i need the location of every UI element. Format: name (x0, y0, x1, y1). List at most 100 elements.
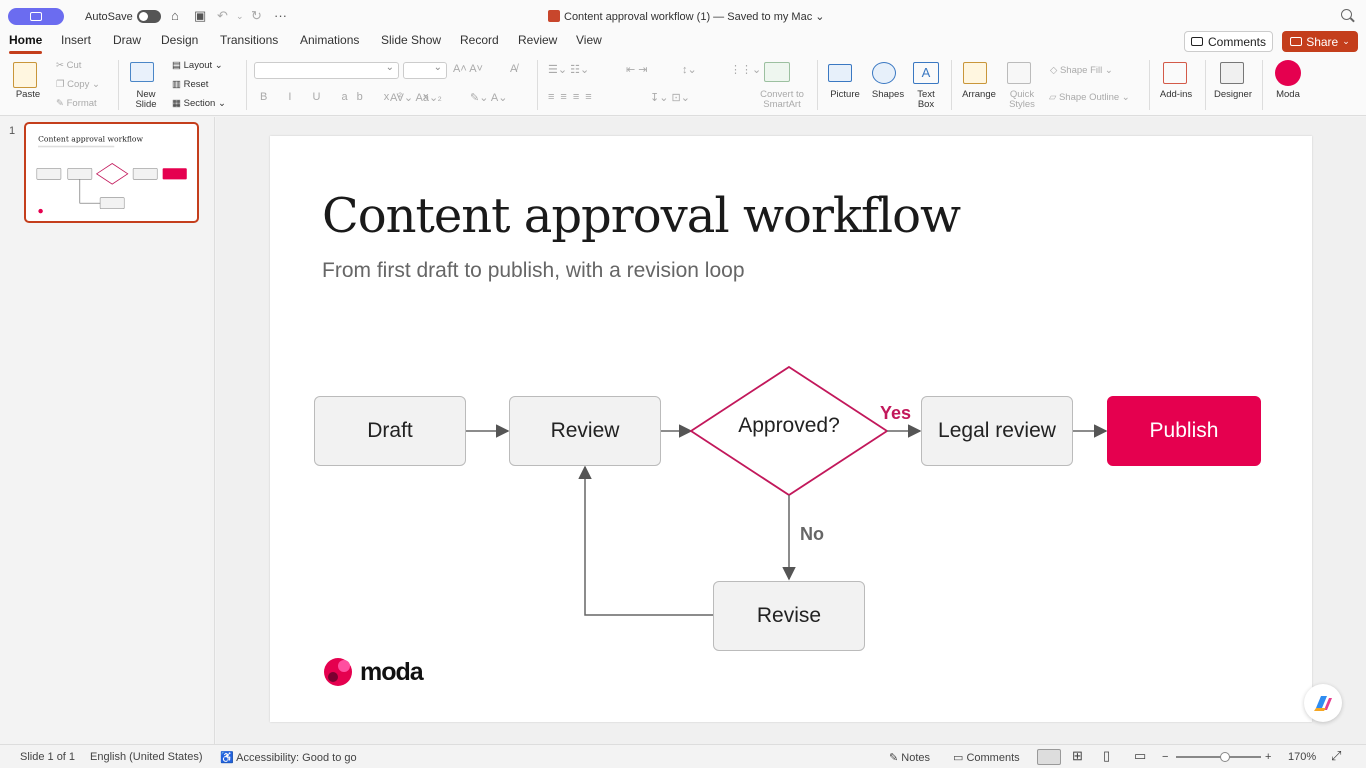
moda-button[interactable]: Moda (1268, 90, 1308, 100)
tab-design[interactable]: Design (161, 33, 198, 47)
clear-format-icon[interactable]: A̸ (510, 63, 517, 75)
layout-button[interactable]: ▤ Layout ⌄ (172, 61, 223, 71)
columns-icon[interactable]: ⋮⋮⌄ (730, 63, 761, 76)
tab-record[interactable]: Record (460, 33, 499, 47)
paste-icon[interactable] (13, 62, 37, 88)
add-ins-button[interactable]: Add-ins (1156, 90, 1196, 100)
copy-button[interactable]: ❐ Copy ⌄ (56, 79, 100, 90)
title-bar: AutoSave ⌂ ▣ ↶ ⌄ ↻ ··· Content approval … (0, 0, 1366, 32)
font-name-select[interactable] (254, 62, 399, 79)
node-publish[interactable]: Publish (1107, 396, 1261, 466)
arrange-button[interactable]: Arrange (958, 90, 1000, 100)
zoom-slider[interactable] (1176, 756, 1261, 758)
tab-slide-show[interactable]: Slide Show (381, 33, 441, 47)
status-bar: Slide 1 of 1 English (United States) ♿ A… (0, 744, 1366, 768)
moda-addin-icon[interactable] (1275, 60, 1301, 86)
font-size-select[interactable] (403, 62, 447, 79)
moda-logo[interactable]: moda (322, 656, 424, 688)
highlight-color-icons[interactable]: ✎⌄ A⌄ (470, 91, 507, 104)
accessibility-status[interactable]: ♿ Accessibility: Good to go (220, 751, 357, 764)
thumbnail-preview: Content approval workflow (36, 134, 187, 214)
shape-outline-button[interactable]: ▱ Shape Outline ⌄ (1049, 93, 1130, 103)
tab-home[interactable]: Home (9, 33, 43, 54)
line-spacing-icon[interactable]: ↕⌄ (682, 63, 697, 76)
comments-button[interactable]: Comments (1184, 31, 1273, 52)
slide-icon (30, 12, 42, 21)
slide-count: Slide 1 of 1 (20, 751, 76, 763)
zoom-out-icon[interactable]: − (1162, 751, 1168, 763)
account-button[interactable] (8, 8, 64, 25)
normal-view-button[interactable] (1037, 749, 1061, 765)
reading-view-icon[interactable]: ▯ (1103, 748, 1110, 764)
slide-sorter-icon[interactable]: ⊞ (1072, 748, 1083, 764)
more-icon[interactable]: ··· (274, 9, 287, 23)
tab-draw[interactable]: Draw (113, 33, 141, 47)
reset-button[interactable]: ▥ Reset (172, 80, 208, 90)
text-box-button[interactable]: Text Box (908, 90, 944, 110)
tab-insert[interactable]: Insert (61, 33, 91, 47)
undo-dropdown-icon[interactable]: ⌄ (236, 9, 244, 23)
shapes-button[interactable]: Shapes (868, 90, 908, 100)
document-title[interactable]: Content approval workflow (1) — Saved to… (548, 10, 825, 23)
smartart-icon[interactable] (764, 62, 790, 82)
tab-animations[interactable]: Animations (300, 33, 359, 47)
language-status[interactable]: English (United States) (90, 751, 203, 763)
convert-smartart-button[interactable]: Convert to SmartArt (756, 90, 808, 110)
arrow-revise-review (578, 465, 713, 616)
tab-transitions[interactable]: Transitions (220, 33, 278, 47)
new-slide-icon[interactable] (130, 62, 154, 82)
char-spacing-icons[interactable]: AV⌄ Aa⌄ (390, 91, 438, 104)
font-size-icons[interactable]: A˄ A˅ (453, 63, 483, 75)
node-legal-review[interactable]: Legal review (921, 396, 1073, 466)
save-icon[interactable]: ▣ (194, 9, 206, 23)
designer-icon[interactable] (1220, 62, 1244, 84)
comment-icon (1190, 37, 1203, 46)
new-slide-button[interactable]: New Slide (126, 90, 166, 110)
copilot-button[interactable] (1304, 684, 1342, 722)
node-draft[interactable]: Draft (314, 396, 466, 466)
text-direction-icons[interactable]: ↧⌄ ⊡⌄ (650, 91, 690, 104)
add-ins-icon[interactable] (1163, 62, 1187, 84)
tab-view[interactable]: View (576, 33, 602, 47)
picture-icon[interactable] (828, 64, 852, 82)
yes-label[interactable]: Yes (880, 403, 911, 424)
slide-thumbnail-1[interactable]: Content approval workflow (24, 122, 199, 223)
node-revise[interactable]: Revise (713, 581, 865, 651)
svg-text:Content approval workflow: Content approval workflow (38, 134, 143, 143)
paste-button[interactable]: Paste (10, 90, 46, 100)
zoom-level[interactable]: 170% (1288, 751, 1316, 763)
arrange-icon[interactable] (963, 62, 987, 84)
search-icon[interactable] (1341, 9, 1352, 20)
node-review[interactable]: Review (509, 396, 661, 466)
slideshow-view-icon[interactable]: ▭ (1134, 748, 1146, 764)
text-box-icon[interactable]: A (913, 62, 939, 84)
redo-icon[interactable]: ↻ (251, 9, 262, 23)
align-icons[interactable]: ≡≡≡≡ (548, 91, 598, 103)
shape-fill-button[interactable]: ◇ Shape Fill ⌄ (1050, 66, 1113, 76)
list-icons[interactable]: ☰⌄ ☷⌄ (548, 63, 589, 76)
quick-styles-icon[interactable] (1007, 62, 1031, 84)
autosave-label: AutoSave (85, 11, 133, 23)
undo-icon[interactable]: ↶ (217, 9, 228, 23)
share-button[interactable]: Share ⌄ (1282, 31, 1358, 52)
node-approved[interactable]: Approved? (691, 414, 887, 438)
autosave-toggle[interactable] (137, 10, 161, 23)
cut-button[interactable]: ✂ Cut (56, 60, 81, 71)
picture-button[interactable]: Picture (826, 90, 864, 100)
indent-icons[interactable]: ⇤ ⇥ (626, 63, 648, 76)
fit-slide-icon[interactable]: ⤢ (1331, 748, 1341, 764)
slide-canvas[interactable]: Content approval workflow From first dra… (270, 136, 1312, 722)
format-painter-button[interactable]: ✎ Format (56, 98, 97, 109)
status-comments-button[interactable]: ▭ Comments (953, 751, 1020, 764)
designer-button[interactable]: Designer (1211, 90, 1255, 100)
home-icon[interactable]: ⌂ (171, 9, 179, 23)
zoom-slider-thumb[interactable] (1220, 752, 1230, 762)
tab-review[interactable]: Review (518, 33, 557, 47)
zoom-in-icon[interactable]: + (1265, 751, 1271, 763)
no-label[interactable]: No (800, 524, 824, 545)
thumbnail-number: 1 (9, 125, 16, 137)
shapes-icon[interactable] (872, 62, 896, 84)
section-button[interactable]: ▦ Section ⌄ (172, 99, 226, 109)
quick-styles-button[interactable]: Quick Styles (1002, 90, 1042, 110)
notes-button[interactable]: ✎ Notes (889, 751, 930, 764)
